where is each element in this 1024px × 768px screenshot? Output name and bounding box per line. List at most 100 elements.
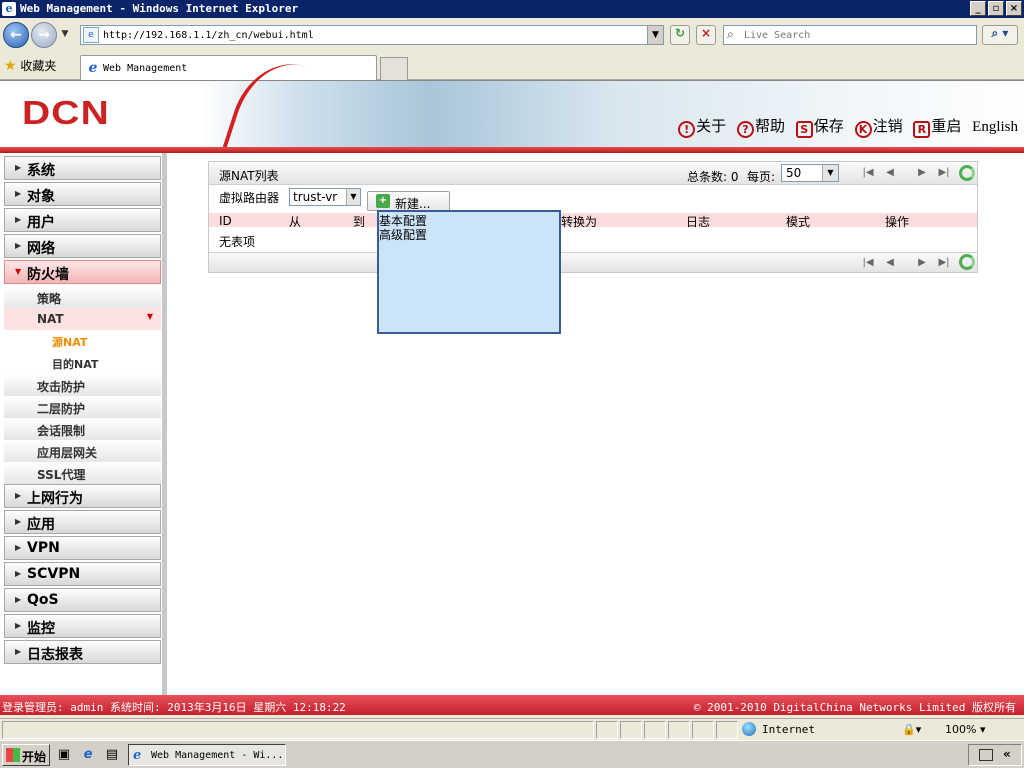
zone-label: Internet <box>762 723 815 736</box>
sidebar-sub-l2-defense[interactable]: 二层防护 <box>4 396 161 418</box>
zoom-level[interactable]: 100% ▾ <box>945 723 985 736</box>
next-page-icon[interactable]: ▶ <box>915 166 929 180</box>
sidebar-sub-source-nat[interactable]: 源NAT <box>4 330 161 352</box>
sidebar-item-monitor[interactable]: ▶ 监控 <box>4 614 161 638</box>
show-desktop-icon[interactable]: ▣ <box>56 747 72 763</box>
refresh-list-icon[interactable] <box>959 254 975 270</box>
ie-quicklaunch-icon[interactable]: e <box>80 747 96 763</box>
tab-label: Web Management <box>103 63 188 74</box>
per-page-value: 50 <box>786 166 802 180</box>
protected-mode-icon[interactable]: 🔒▾ <box>902 723 921 736</box>
chevron-down-icon: ▼ <box>822 165 838 181</box>
windows-logo-icon <box>6 748 20 762</box>
copyright: © 2001-2010 DigitalChina Networks Limite… <box>693 701 1016 714</box>
window-title-bar: e Web Management - Windows Internet Expl… <box>0 0 1024 18</box>
first-page-icon[interactable]: |◀ <box>861 166 875 180</box>
help-link[interactable]: ? 帮助 <box>736 115 785 138</box>
main-content: 源NAT列表 总条数: 0 每页: 50 ▼ |◀ ◀ ▶ ▶| 虚拟路由器 tr… <box>167 153 1024 695</box>
sidebar-item-log-report[interactable]: ▶ 日志报表 <box>4 640 161 664</box>
keyboard-icon[interactable] <box>979 749 993 761</box>
search-button[interactable]: ⌕ ▾ <box>982 25 1018 45</box>
sidebar-item-qos[interactable]: ▶ QoS <box>4 588 161 612</box>
stop-icon[interactable]: × <box>696 25 716 45</box>
header-links: ! 关于 ? 帮助 S 保存 K 注销 R 重启 English <box>672 115 1018 138</box>
virtual-router-select[interactable]: trust-vr ▼ <box>289 188 361 206</box>
dcn-logo: DCN <box>22 94 110 131</box>
sidebar-sub-policy[interactable]: 策略 <box>4 286 161 308</box>
sidebar-item-objects[interactable]: ▶ 对象 <box>4 182 161 206</box>
window-title: Web Management - Windows Internet Explor… <box>20 2 299 15</box>
sidebar-item-system[interactable]: ▶ 系统 <box>4 156 161 180</box>
save-icon: S <box>795 121 813 138</box>
ie-icon: e <box>2 2 16 16</box>
star-icon: ★ <box>4 58 17 74</box>
expand-arrow-icon: ▶ <box>15 163 22 172</box>
sidebar-sub-ssl-proxy[interactable]: SSL代理 <box>4 462 161 484</box>
close-button[interactable]: × <box>1006 1 1022 16</box>
col-actions: 操作 <box>885 215 910 229</box>
reboot-label: 重启 <box>931 117 962 135</box>
sidebar-item-web-behavior[interactable]: ▶ 上网行为 <box>4 484 161 508</box>
sidebar-sub-attack-defense[interactable]: 攻击防护 <box>4 374 161 396</box>
col-from: 从 <box>289 215 302 229</box>
expand-arrow-icon: ▶ <box>15 595 22 604</box>
virtual-router-value: trust-vr <box>293 190 338 204</box>
tray-expand-icon[interactable]: « <box>1003 747 1011 761</box>
prev-page-icon[interactable]: ◀ <box>883 166 897 180</box>
history-dropdown-icon[interactable]: ▼ <box>60 29 70 39</box>
first-page-icon[interactable]: |◀ <box>861 256 875 270</box>
next-page-icon[interactable]: ▶ <box>915 256 929 270</box>
status-cell <box>716 721 738 739</box>
back-button[interactable]: ← <box>3 22 29 48</box>
address-dropdown-icon[interactable]: ▼ <box>647 26 663 44</box>
favorites-label: 收藏夹 <box>20 59 57 73</box>
logout-link[interactable]: K 注销 <box>854 115 903 138</box>
reboot-link[interactable]: R 重启 <box>913 115 961 138</box>
expand-arrow-icon: ▶ <box>15 189 22 198</box>
expand-arrow-icon: ▶ <box>15 543 22 552</box>
col-log: 日志 <box>686 215 711 229</box>
save-link[interactable]: S 保存 <box>795 115 844 138</box>
status-cell <box>620 721 642 739</box>
login-info: 登录管理员: admin 系统时间: 2013年3月16日 星期六 12:18:… <box>2 701 346 714</box>
minimize-button[interactable]: _ <box>970 1 986 16</box>
per-page-label: 每页: <box>747 170 776 184</box>
sidebar-sub-dest-nat[interactable]: 目的NAT <box>4 352 161 374</box>
app-quicklaunch-icon[interactable]: ▤ <box>104 747 120 763</box>
sidebar-item-users[interactable]: ▶ 用户 <box>4 208 161 232</box>
sidebar-sub-session-limit[interactable]: 会话限制 <box>4 418 161 440</box>
sidebar-item-scvpn[interactable]: ▶ SCVPN <box>4 562 161 586</box>
per-page-select[interactable]: 50 ▼ <box>781 164 839 182</box>
last-page-icon[interactable]: ▶| <box>937 256 951 270</box>
new-tab-button[interactable] <box>380 57 408 80</box>
sidebar-item-firewall[interactable]: ▼ 防火墙 <box>4 260 161 284</box>
new-button[interactable]: + 新建... <box>367 191 450 211</box>
sidebar-sub-alg[interactable]: 应用层网关 <box>4 440 161 462</box>
forward-button[interactable]: → <box>31 22 57 48</box>
sidebar-item-apps[interactable]: ▶ 应用 <box>4 510 161 534</box>
panel-footer: |◀ ◀ ▶ ▶| <box>209 252 977 272</box>
col-mode: 模式 <box>786 215 811 229</box>
sidebar-sub-nat[interactable]: NAT ▼ <box>4 308 161 330</box>
sidebar-item-network[interactable]: ▶ 网络 <box>4 234 161 258</box>
about-link[interactable]: ! 关于 <box>678 115 726 138</box>
last-page-icon[interactable]: ▶| <box>937 166 951 180</box>
prev-page-icon[interactable]: ◀ <box>883 256 897 270</box>
favorites-button[interactable]: ★ 收藏夹 <box>4 57 56 74</box>
logout-label: 注销 <box>872 117 903 135</box>
english-link[interactable]: English <box>972 119 1018 136</box>
expand-arrow-icon: ▶ <box>15 621 22 630</box>
empty-message: 无表项 <box>219 235 256 249</box>
source-nat-panel: 源NAT列表 总条数: 0 每页: 50 ▼ |◀ ◀ ▶ ▶| 虚拟路由器 tr… <box>208 161 978 273</box>
address-input[interactable] <box>103 27 643 43</box>
search-input[interactable] <box>744 28 972 43</box>
refresh-list-icon[interactable] <box>959 165 975 181</box>
maximize-button[interactable]: ▫ <box>988 1 1004 16</box>
taskbar-item-ie[interactable]: e Web Management - Wi... <box>128 744 286 766</box>
chevron-down-icon: ▼ <box>146 312 153 321</box>
refresh-icon[interactable]: ↻ <box>670 25 690 45</box>
sidebar-item-vpn[interactable]: ▶ VPN <box>4 536 161 560</box>
menu-item-advanced-config[interactable]: 高级配置 <box>379 226 427 243</box>
app-status-bar: 登录管理员: admin 系统时间: 2013年3月16日 星期六 12:18:… <box>0 695 1024 715</box>
start-button[interactable]: 开始 <box>2 744 50 766</box>
